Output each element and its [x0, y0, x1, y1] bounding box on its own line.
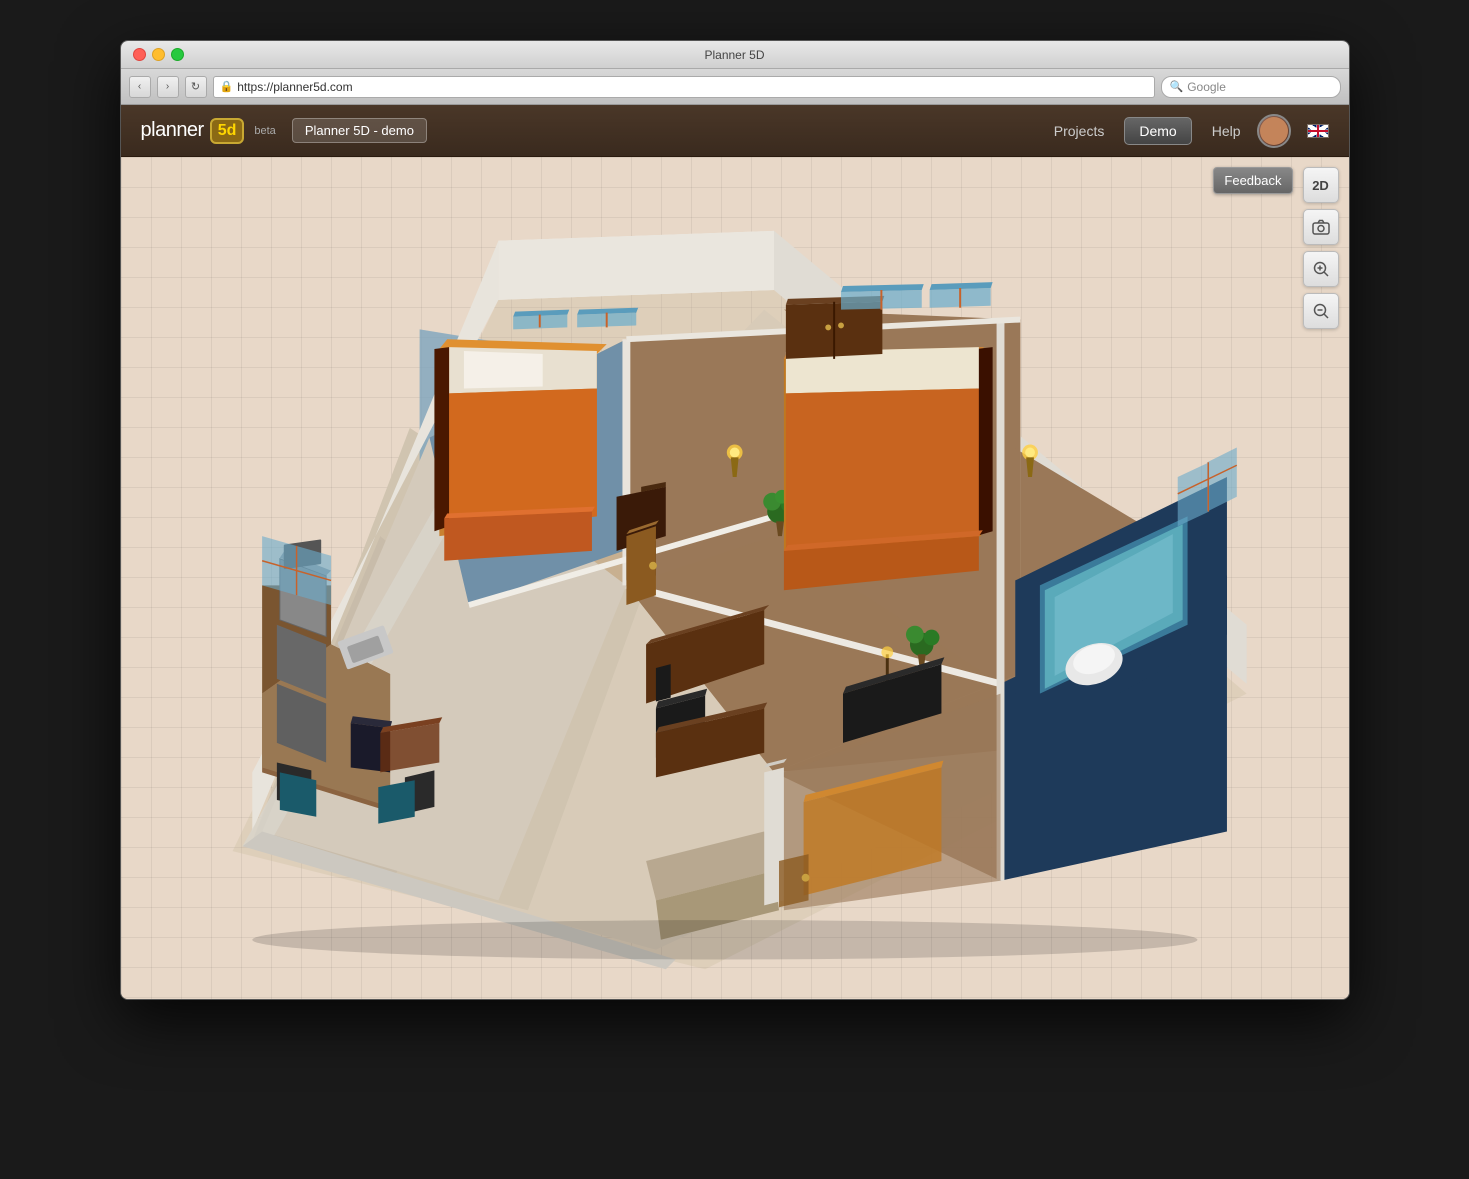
- right-toolbar: 2D: [1303, 167, 1339, 329]
- floor-plan[interactable]: [131, 162, 1299, 989]
- search-placeholder: Google: [1187, 80, 1226, 94]
- logo-text: planner: [141, 119, 204, 142]
- nav-demo[interactable]: Demo: [1124, 117, 1191, 145]
- address-bar[interactable]: 🔒 https://planner5d.com: [213, 76, 1155, 98]
- window-title: Planner 5D: [704, 48, 764, 62]
- nav-projects[interactable]: Projects: [1054, 123, 1105, 139]
- refresh-button[interactable]: ↻: [185, 76, 207, 98]
- logo-badge-text: 5d: [218, 122, 237, 140]
- lock-icon: 🔒: [220, 80, 234, 93]
- browser-toolbar: ‹ › ↻ 🔒 https://planner5d.com 🔍 Google: [121, 69, 1349, 105]
- maximize-button[interactable]: [171, 48, 184, 61]
- camera-button[interactable]: [1303, 209, 1339, 245]
- avatar[interactable]: [1257, 114, 1291, 148]
- search-bar[interactable]: 🔍 Google: [1161, 76, 1341, 98]
- mac-window: Planner 5D ‹ › ↻ 🔒 https://planner5d.com…: [120, 40, 1350, 1000]
- zoom-in-button[interactable]: [1303, 251, 1339, 287]
- minimize-button[interactable]: [152, 48, 165, 61]
- traffic-lights: [133, 48, 184, 61]
- forward-button[interactable]: ›: [157, 76, 179, 98]
- nav-help[interactable]: Help: [1212, 123, 1241, 139]
- avatar-image: [1260, 117, 1288, 145]
- main-canvas[interactable]: Feedback 2D: [121, 157, 1349, 999]
- title-bar: Planner 5D: [121, 41, 1349, 69]
- close-button[interactable]: [133, 48, 146, 61]
- back-button[interactable]: ‹: [129, 76, 151, 98]
- zoom-out-button[interactable]: [1303, 293, 1339, 329]
- url-text: https://planner5d.com: [237, 80, 352, 94]
- project-name[interactable]: Planner 5D - demo: [292, 118, 427, 143]
- logo-area: planner 5d beta: [141, 118, 276, 144]
- search-icon: 🔍: [1170, 80, 1184, 93]
- language-flag[interactable]: [1307, 124, 1329, 138]
- beta-label: beta: [254, 125, 275, 137]
- header-nav: Projects Demo Help: [1054, 117, 1241, 145]
- app-header: planner 5d beta Planner 5D - demo Projec…: [121, 105, 1349, 157]
- logo-badge: 5d: [210, 118, 245, 144]
- 2d-view-button[interactable]: 2D: [1303, 167, 1339, 203]
